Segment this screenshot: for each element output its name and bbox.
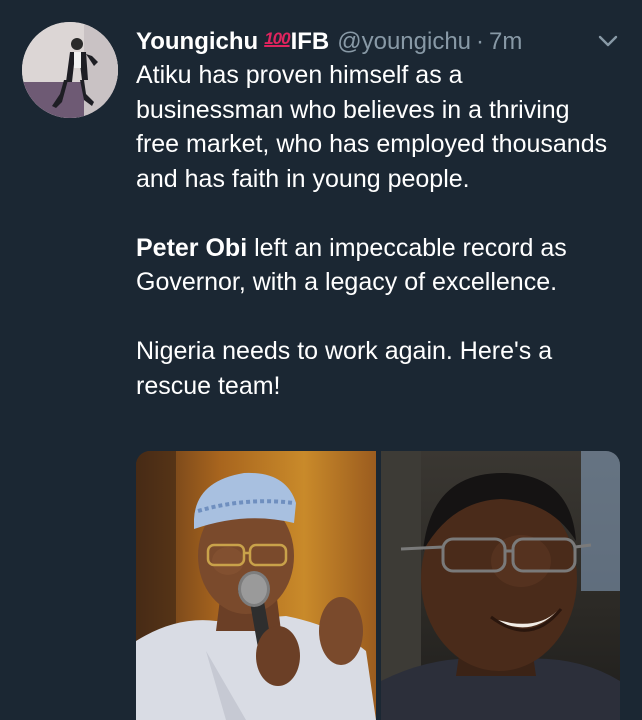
photo-peter-obi-image	[381, 451, 620, 720]
tweet-text: Atiku has proven himself as a businessma…	[136, 58, 616, 403]
media-photo-left[interactable]	[136, 451, 376, 720]
photo-atiku-image	[136, 451, 376, 720]
tweet-paragraph-3: Nigeria needs to work again. Here's a re…	[136, 337, 553, 400]
timestamp[interactable]: 7m	[489, 25, 522, 59]
avatar-image	[22, 22, 118, 118]
avatar[interactable]	[22, 22, 118, 118]
tweet[interactable]: Youngichu 100 IFB @youngichu · 7m Atiku …	[0, 0, 642, 720]
media-photo-right[interactable]	[381, 451, 620, 720]
chevron-down-icon[interactable]	[598, 34, 618, 48]
mention-bold: Peter Obi	[136, 233, 248, 262]
tweet-header: Youngichu 100 IFB @youngichu · 7m	[136, 24, 522, 60]
hundred-points-emoji: 100	[264, 29, 290, 48]
tweet-paragraph-1: Atiku has proven himself as a businessma…	[136, 61, 608, 193]
display-name-suffix[interactable]: IFB	[291, 25, 330, 59]
display-name[interactable]: Youngichu	[136, 25, 258, 59]
user-handle[interactable]: @youngichu	[337, 25, 471, 59]
separator-dot: ·	[476, 28, 485, 55]
tweet-media[interactable]	[136, 451, 620, 720]
tweet-paragraph-2: Peter Obi left an impeccable record as G…	[136, 231, 616, 300]
